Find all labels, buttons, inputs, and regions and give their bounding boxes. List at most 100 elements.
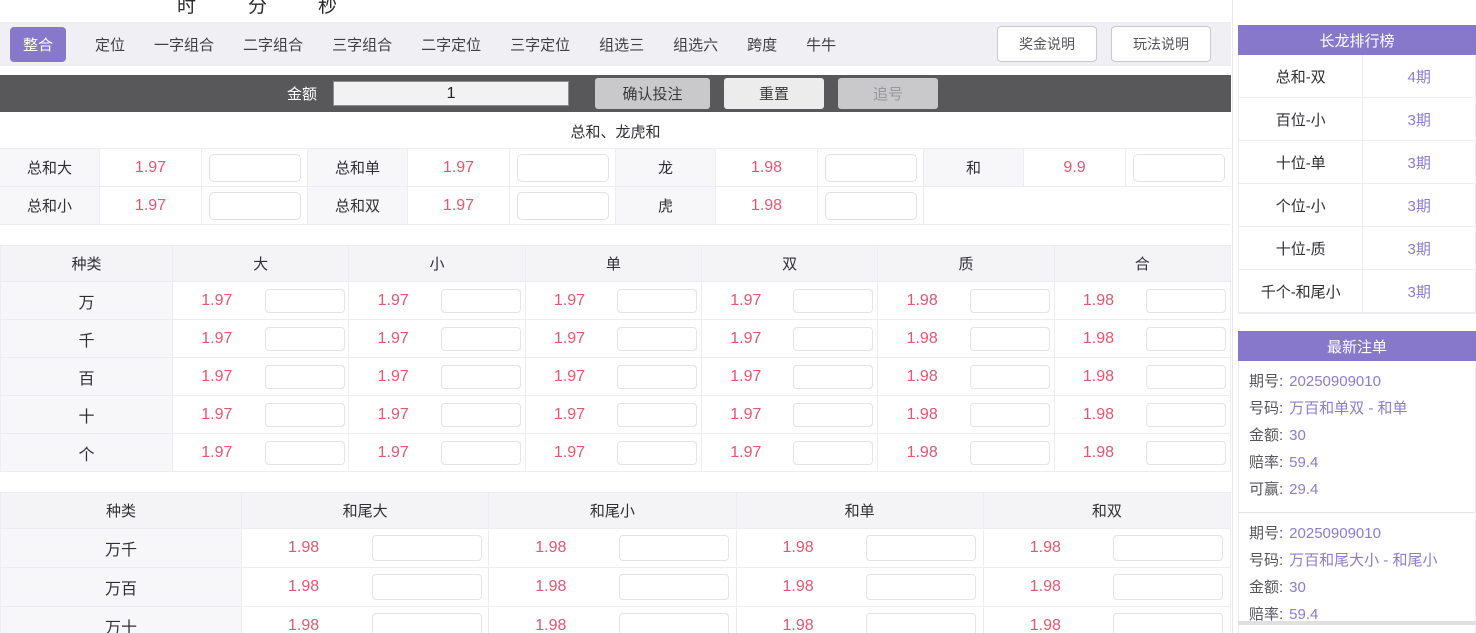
bet-amount-input[interactable] bbox=[617, 289, 697, 313]
bet-input-cell bbox=[790, 434, 878, 471]
bet-cell-group: 1.97 bbox=[349, 282, 525, 319]
bet-amount-input[interactable] bbox=[265, 403, 345, 427]
bet-input-cell bbox=[613, 320, 701, 357]
bet-input-cell bbox=[437, 434, 525, 471]
tab-yizi-zuhe[interactable]: 一字组合 bbox=[154, 34, 214, 55]
tab-dingwei[interactable]: 定位 bbox=[95, 34, 125, 55]
odds-value: 1.98 bbox=[878, 282, 966, 319]
bet-amount-input[interactable] bbox=[1146, 365, 1226, 389]
bet-input-cell bbox=[437, 282, 525, 319]
bet-amount-input[interactable] bbox=[209, 154, 301, 182]
column-header: 合 bbox=[1055, 246, 1230, 281]
bet-amount-input[interactable] bbox=[793, 327, 873, 351]
bet-amount-input[interactable] bbox=[825, 192, 917, 220]
bet-amount-input[interactable] bbox=[793, 441, 873, 465]
amount-label: 金额 bbox=[287, 83, 317, 104]
bet-input-cell bbox=[1142, 434, 1230, 471]
bet-input-cell bbox=[1107, 607, 1230, 633]
bet-amount-input[interactable] bbox=[1113, 535, 1223, 561]
bet-amount-input[interactable] bbox=[825, 154, 917, 182]
bet-amount-input[interactable] bbox=[970, 441, 1050, 465]
confirm-bet-button[interactable]: 确认投注 bbox=[595, 78, 710, 109]
bet-amount-input[interactable] bbox=[265, 289, 345, 313]
bet-amount-input[interactable] bbox=[619, 613, 729, 633]
bet-amount-input[interactable] bbox=[1146, 403, 1226, 427]
odds-value: 1.97 bbox=[526, 320, 614, 357]
bet-amount-input[interactable] bbox=[372, 613, 482, 633]
bet-input-cell bbox=[1107, 568, 1230, 606]
bet-amount-input[interactable] bbox=[970, 365, 1050, 389]
bet-cell-group: 1.98 bbox=[242, 568, 489, 606]
clock-hour-label: 时 bbox=[177, 0, 196, 18]
bet-amount-input[interactable] bbox=[970, 327, 1050, 351]
bet-amount-input[interactable] bbox=[866, 574, 976, 600]
bet-amount-input[interactable] bbox=[1146, 289, 1226, 313]
bet-amount-input[interactable] bbox=[372, 535, 482, 561]
odds-value: 1.98 bbox=[716, 149, 818, 186]
bet-amount-input[interactable] bbox=[617, 403, 697, 427]
bet-amount-input[interactable] bbox=[265, 365, 345, 389]
reset-button[interactable]: 重置 bbox=[724, 78, 824, 109]
odds-value: 1.97 bbox=[100, 187, 202, 224]
play-rules-button[interactable]: 玩法说明 bbox=[1111, 26, 1211, 62]
bet-amount-input[interactable] bbox=[441, 365, 521, 389]
tab-kuadu[interactable]: 跨度 bbox=[747, 34, 777, 55]
row-label: 万 bbox=[1, 282, 173, 319]
bet-amount-input[interactable] bbox=[1133, 154, 1225, 182]
bet-amount-input[interactable] bbox=[617, 365, 697, 389]
dragon-row: 个位-小3期 bbox=[1239, 184, 1475, 227]
bet-amount-input[interactable] bbox=[441, 327, 521, 351]
dragon-streak-value: 3期 bbox=[1363, 141, 1475, 183]
bet-cell-group: 1.98 bbox=[984, 568, 1230, 606]
bet-amount-input[interactable] bbox=[372, 574, 482, 600]
odds-value: 1.98 bbox=[1055, 320, 1143, 357]
odds-value: 1.97 bbox=[349, 396, 437, 433]
clock-minute-label: 分 bbox=[248, 0, 267, 18]
bet-amount-input[interactable] bbox=[517, 154, 609, 182]
bet-amount-input[interactable] bbox=[619, 574, 729, 600]
odds-value: 9.9 bbox=[1024, 149, 1126, 186]
bet-amount-input[interactable] bbox=[866, 613, 976, 633]
bet-amount-input[interactable] bbox=[617, 327, 697, 351]
bet-amount-input[interactable] bbox=[970, 289, 1050, 313]
bet-amount-input[interactable] bbox=[441, 441, 521, 465]
tab-zuxuan-liu[interactable]: 组选六 bbox=[673, 34, 718, 55]
tab-niuniu[interactable]: 牛牛 bbox=[806, 34, 836, 55]
odds-value: 1.97 bbox=[100, 149, 202, 186]
bet-amount-input[interactable] bbox=[793, 365, 873, 389]
tab-sanzi-dingwei[interactable]: 三字定位 bbox=[510, 34, 570, 55]
tab-erzi-zuhe[interactable]: 二字组合 bbox=[243, 34, 303, 55]
chase-number-button[interactable]: 追号 bbox=[838, 78, 938, 109]
bet-amount-input[interactable] bbox=[209, 192, 301, 220]
bet-amount-input[interactable] bbox=[441, 403, 521, 427]
dragon-label: 十位-质 bbox=[1239, 227, 1363, 269]
bet-amount-input[interactable] bbox=[265, 327, 345, 351]
amount-input[interactable] bbox=[333, 81, 569, 106]
bet-amount-input[interactable] bbox=[265, 441, 345, 465]
bet-amount-input[interactable] bbox=[1146, 441, 1226, 465]
bet-amount-input[interactable] bbox=[793, 289, 873, 313]
prize-info-button[interactable]: 奖金说明 bbox=[997, 26, 1097, 62]
bet-amount-input[interactable] bbox=[970, 403, 1050, 427]
bet-amount-input[interactable] bbox=[1113, 613, 1223, 633]
tab-zuxuan-san[interactable]: 组选三 bbox=[599, 34, 644, 55]
tab-zhenghe[interactable]: 整合 bbox=[10, 27, 66, 62]
bet-cell-group: 1.97 bbox=[349, 434, 525, 471]
table-row: 个1.971.971.971.971.981.98 bbox=[1, 434, 1230, 472]
dragon-streak-value: 4期 bbox=[1363, 55, 1475, 97]
bet-amount-input[interactable] bbox=[617, 441, 697, 465]
tab-erzi-dingwei[interactable]: 二字定位 bbox=[421, 34, 481, 55]
bet-amount-input[interactable] bbox=[866, 535, 976, 561]
odds-value: 1.97 bbox=[173, 282, 261, 319]
bet-cell-group: 1.97 bbox=[526, 358, 702, 395]
tab-sanzi-zuhe[interactable]: 三字组合 bbox=[332, 34, 392, 55]
bet-amount-input[interactable] bbox=[619, 535, 729, 561]
bet-amount-input[interactable] bbox=[793, 403, 873, 427]
bet-amount-input[interactable] bbox=[1113, 574, 1223, 600]
bet-cell-group: 1.98 bbox=[242, 607, 489, 633]
row-label: 十 bbox=[1, 396, 173, 433]
column-header: 和单 bbox=[737, 493, 984, 528]
bet-amount-input[interactable] bbox=[1146, 327, 1226, 351]
bet-amount-input[interactable] bbox=[517, 192, 609, 220]
bet-amount-input[interactable] bbox=[441, 289, 521, 313]
